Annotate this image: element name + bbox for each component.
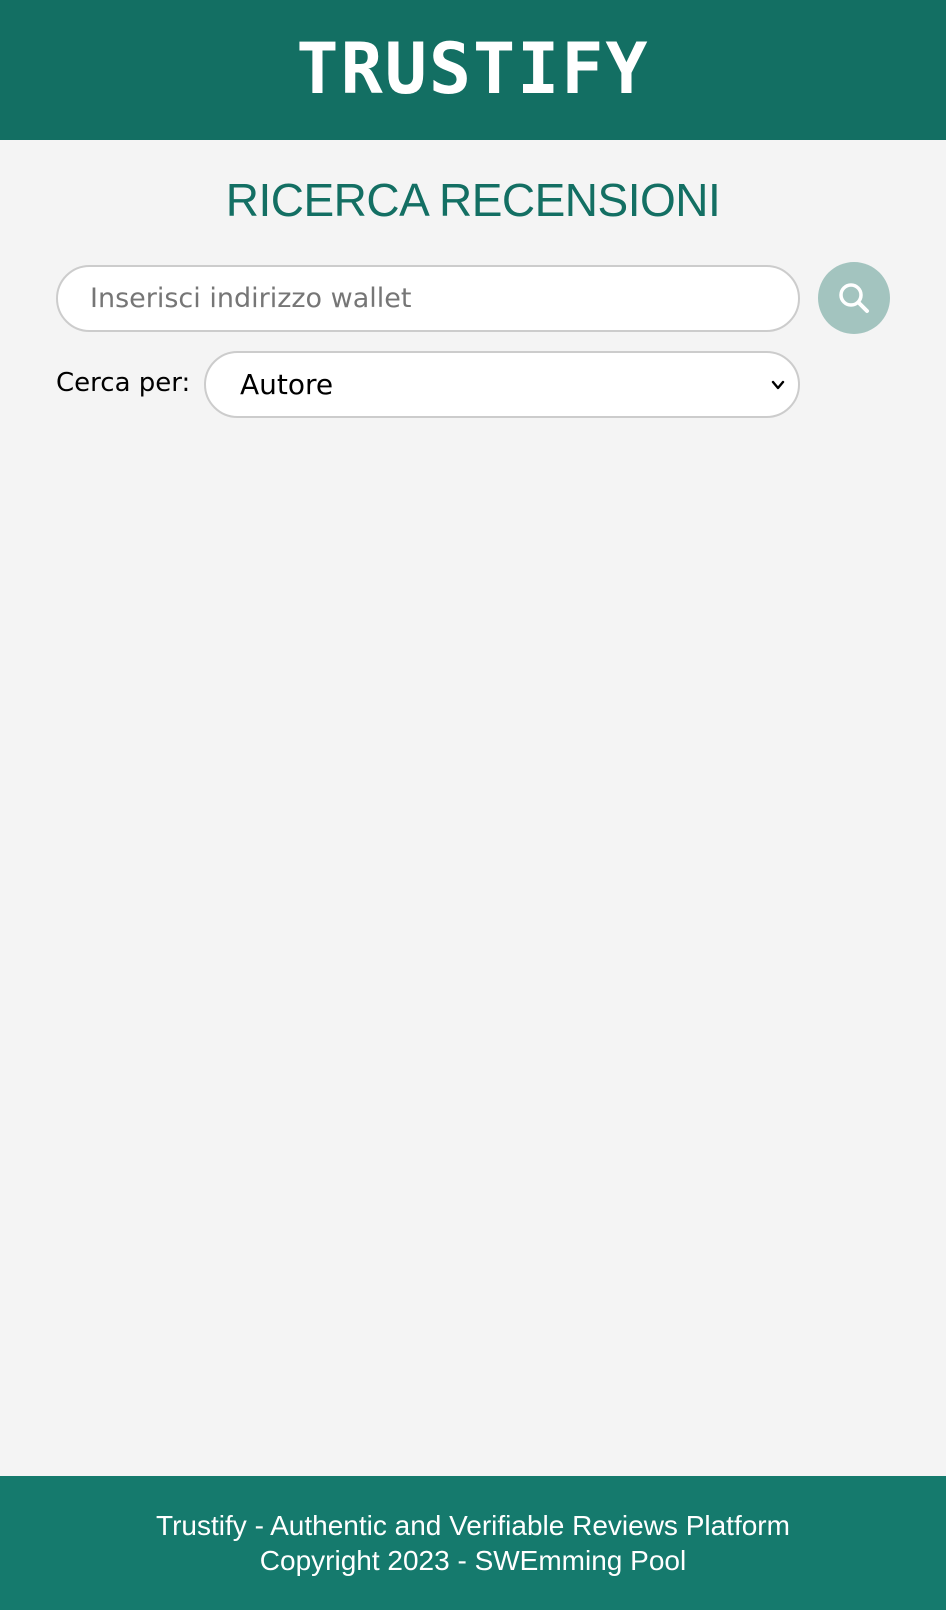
search-by-label: Cerca per:	[56, 368, 191, 398]
wallet-search-input[interactable]	[56, 265, 800, 332]
search-icon	[839, 283, 869, 313]
chevron-down-icon	[771, 380, 785, 390]
search-button[interactable]	[818, 262, 890, 334]
page-title: RICERCA RECENSIONI	[225, 174, 721, 226]
search-by-selected-value: Autore	[240, 368, 334, 401]
app-header: TRUSTIFY	[0, 0, 946, 140]
app-logo[interactable]: TRUSTIFY	[296, 28, 649, 110]
footer-tagline: Trustify - Authentic and Verifiable Revi…	[156, 1510, 790, 1541]
app-footer: Trustify - Authentic and Verifiable Revi…	[0, 1476, 946, 1610]
search-by-select[interactable]: Autore	[204, 351, 800, 418]
footer-copyright: Copyright 2023 - SWEmming Pool	[259, 1545, 687, 1576]
